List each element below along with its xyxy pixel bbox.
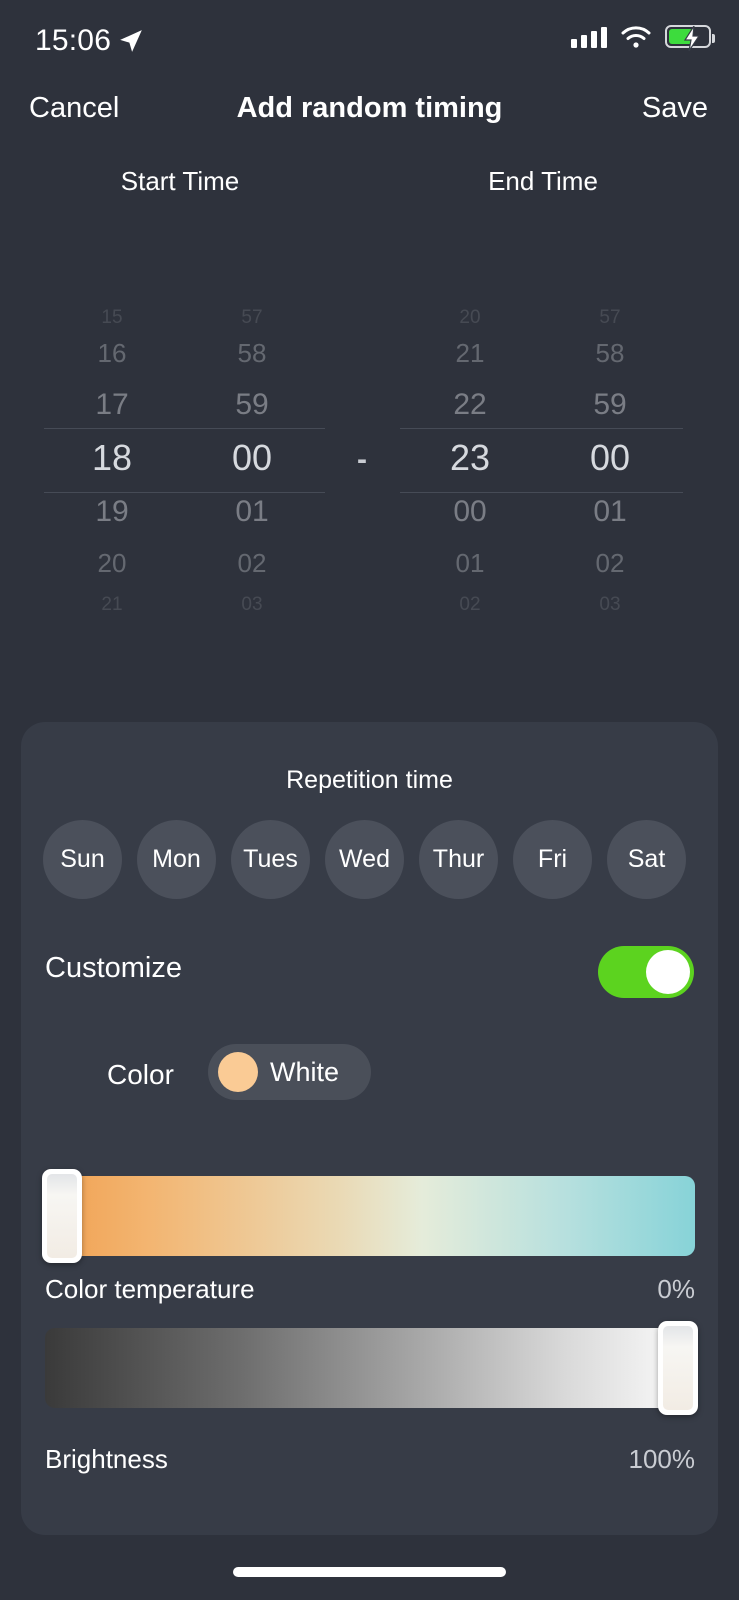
day-sun[interactable]: Sun xyxy=(43,820,122,899)
page-title: Add random timing xyxy=(236,92,503,124)
status-bar-clock: 15:06 xyxy=(35,24,112,57)
repetition-day-selector[interactable]: Sun Mon Tues Wed Thur Fri Sat xyxy=(43,820,703,900)
day-fri[interactable]: Fri xyxy=(513,820,592,899)
end-selection-line-top xyxy=(400,428,683,429)
start-hour-option[interactable]: 20 xyxy=(48,550,176,576)
location-arrow-icon xyxy=(120,30,142,52)
start-hour-option[interactable]: 17 xyxy=(48,390,176,420)
nav-bar: Cancel Add random timing Save xyxy=(0,92,739,142)
start-hour-option[interactable]: 15 xyxy=(48,308,176,327)
start-minute-option[interactable]: 59 xyxy=(188,390,316,420)
end-minute-column[interactable]: 57 58 59 00 01 02 03 xyxy=(546,280,674,640)
day-tues[interactable]: Tues xyxy=(231,820,310,899)
start-time-header: Start Time xyxy=(120,166,240,196)
start-minute-option[interactable]: 57 xyxy=(188,308,316,327)
start-hour-option[interactable]: 19 xyxy=(48,497,176,527)
color-selector-pill[interactable]: White xyxy=(208,1044,371,1100)
end-hour-column[interactable]: 20 21 22 23 00 01 02 xyxy=(406,280,534,640)
end-hour-option[interactable]: 02 xyxy=(406,595,534,614)
end-minute-option[interactable]: 59 xyxy=(546,390,674,420)
start-minute-option[interactable]: 58 xyxy=(188,340,316,366)
color-temperature-slider-thumb[interactable] xyxy=(42,1169,82,1263)
status-bar-indicators xyxy=(571,25,715,51)
start-hour-option[interactable]: 18 xyxy=(48,440,176,476)
start-hour-option[interactable]: 21 xyxy=(48,595,176,614)
start-selection-line-bottom xyxy=(44,492,325,493)
day-thur[interactable]: Thur xyxy=(419,820,498,899)
customize-toggle[interactable] xyxy=(598,946,694,998)
start-minute-option[interactable]: 03 xyxy=(188,595,316,614)
end-minute-option[interactable]: 00 xyxy=(546,440,674,476)
end-hour-option[interactable]: 00 xyxy=(406,497,534,527)
start-minute-option[interactable]: 02 xyxy=(188,550,316,576)
start-minute-option[interactable]: 00 xyxy=(188,440,316,476)
picker-headers: Start Time End Time xyxy=(0,166,739,202)
time-range-separator: - xyxy=(357,443,367,476)
start-minute-option[interactable]: 01 xyxy=(188,497,316,527)
repetition-time-title: Repetition time xyxy=(286,766,453,794)
app-screen: 15:06 Cancel Add random timing Save Star… xyxy=(0,0,739,1600)
start-minute-column[interactable]: 57 58 59 00 01 02 03 xyxy=(188,280,316,640)
home-indicator[interactable] xyxy=(233,1567,506,1577)
color-temperature-label: Color temperature xyxy=(45,1274,255,1304)
wifi-icon xyxy=(621,25,651,48)
color-temperature-value: 0% xyxy=(657,1274,695,1304)
brightness-value: 100% xyxy=(628,1444,696,1474)
save-button[interactable]: Save xyxy=(642,92,708,125)
end-minute-option[interactable]: 02 xyxy=(546,550,674,576)
end-hour-option[interactable]: 23 xyxy=(406,440,534,476)
color-value: White xyxy=(270,1057,340,1087)
start-selection-line-top xyxy=(44,428,325,429)
brightness-row: Brightness 100% xyxy=(45,1444,695,1478)
day-mon[interactable]: Mon xyxy=(137,820,216,899)
end-hour-option[interactable]: 20 xyxy=(406,308,534,327)
end-time-header: End Time xyxy=(488,166,598,196)
cellular-signal-icon xyxy=(571,26,607,48)
color-label: Color xyxy=(107,1059,174,1090)
color-temperature-row: Color temperature 0% xyxy=(45,1274,695,1308)
end-hour-option[interactable]: 22 xyxy=(406,390,534,420)
end-hour-option[interactable]: 01 xyxy=(406,550,534,576)
end-minute-option[interactable]: 01 xyxy=(546,497,674,527)
brightness-slider[interactable] xyxy=(45,1321,698,1415)
settings-card: Repetition time Sun Mon Tues Wed Thur Fri Sat … xyxy=(21,722,718,1535)
toggle-knob xyxy=(646,950,690,994)
day-wed[interactable]: Wed xyxy=(325,820,404,899)
brightness-label: Brightness xyxy=(45,1444,168,1474)
end-minute-option[interactable]: 57 xyxy=(546,308,674,327)
status-bar: 15:06 xyxy=(0,0,739,78)
end-minute-option[interactable]: 03 xyxy=(546,595,674,614)
customize-label: Customize xyxy=(45,952,182,984)
brightness-slider-thumb[interactable] xyxy=(658,1321,698,1415)
battery-charging-icon xyxy=(665,25,715,51)
end-selection-line-bottom xyxy=(400,492,683,493)
charging-bolt-icon xyxy=(683,26,701,51)
end-minute-option[interactable]: 58 xyxy=(546,340,674,366)
color-swatch-icon xyxy=(218,1052,258,1092)
start-hour-option[interactable]: 16 xyxy=(48,340,176,366)
start-hour-column[interactable]: 15 16 17 18 19 20 21 xyxy=(48,280,176,640)
day-sat[interactable]: Sat xyxy=(607,820,686,899)
end-hour-option[interactable]: 21 xyxy=(406,340,534,366)
color-temperature-slider[interactable] xyxy=(42,1169,695,1263)
